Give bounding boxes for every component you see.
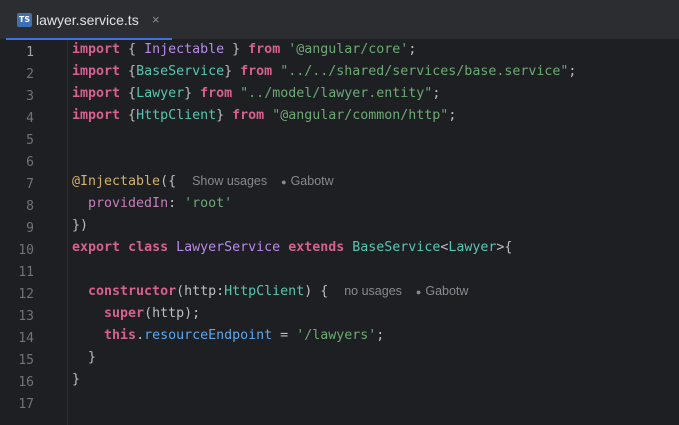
code-line-10: export class LawyerService extends BaseS… <box>72 240 513 255</box>
editor-tab-bar: TS lawyer.service.ts × <box>0 0 679 40</box>
tab-lawyer-service[interactable]: TS lawyer.service.ts × <box>6 0 172 40</box>
code-line-12: constructor(http:HttpClient) {no usages ●… <box>88 284 469 299</box>
typescript-file-icon: TS <box>17 13 32 27</box>
code-line-13: super(http); <box>104 306 201 321</box>
line-number[interactable]: 5 <box>0 130 34 152</box>
code-line-16: } <box>72 372 81 387</box>
user-icon: ● <box>415 287 422 297</box>
code-line-9: }) <box>72 218 89 233</box>
line-number[interactable]: 15 <box>0 350 34 372</box>
line-number[interactable]: 14 <box>0 328 34 350</box>
code-line-8: providedIn: 'root' <box>88 196 233 211</box>
tab-label: lawyer.service.ts <box>36 12 139 28</box>
line-number[interactable]: 16 <box>0 372 34 394</box>
author-hint[interactable]: ● Gabotw <box>416 284 469 298</box>
line-number[interactable]: 2 <box>0 64 34 86</box>
code-line-4: import {HttpClient} from "@angular/commo… <box>72 108 457 123</box>
line-number-gutter[interactable]: 1 2 3 4 5 6 7 8 9 10 11 12 13 14 15 16 17 <box>0 40 68 425</box>
line-number[interactable]: 3 <box>0 86 34 108</box>
show-usages-hint[interactable]: Show usages <box>192 174 267 188</box>
line-number[interactable]: 17 <box>0 394 34 416</box>
author-hint[interactable]: ● Gabotw <box>281 174 334 188</box>
line-number[interactable]: 13 <box>0 306 34 328</box>
line-number[interactable]: 9 <box>0 218 34 240</box>
line-number[interactable]: 7 <box>0 174 34 196</box>
code-line-15: } <box>72 350 97 365</box>
line-number[interactable]: 8 <box>0 196 34 218</box>
code-line-1: import { Injectable } from '@angular/cor… <box>72 42 417 57</box>
line-number[interactable]: 12 <box>0 284 34 306</box>
code-line-2: import {BaseService} from "../../shared/… <box>72 64 577 79</box>
code-editor[interactable]: 1 2 3 4 5 6 7 8 9 10 11 12 13 14 15 16 17 import { Injec… <box>0 40 679 425</box>
user-icon: ● <box>281 177 287 187</box>
code-line-7: @Injectable({Show usages ● Gabotw <box>72 174 334 189</box>
line-number[interactable]: 10 <box>0 240 34 262</box>
line-number[interactable]: 11 <box>0 262 34 284</box>
code-line-14: this.resourceEndpoint = '/lawyers'; <box>104 328 385 343</box>
line-number[interactable]: 4 <box>0 108 34 130</box>
line-number[interactable]: 1 <box>0 42 34 64</box>
no-usages-hint[interactable]: no usages <box>344 284 402 298</box>
code-line-3: import {Lawyer} from "../model/lawyer.en… <box>72 86 441 101</box>
line-number[interactable]: 6 <box>0 152 34 174</box>
close-icon[interactable]: × <box>152 11 160 29</box>
